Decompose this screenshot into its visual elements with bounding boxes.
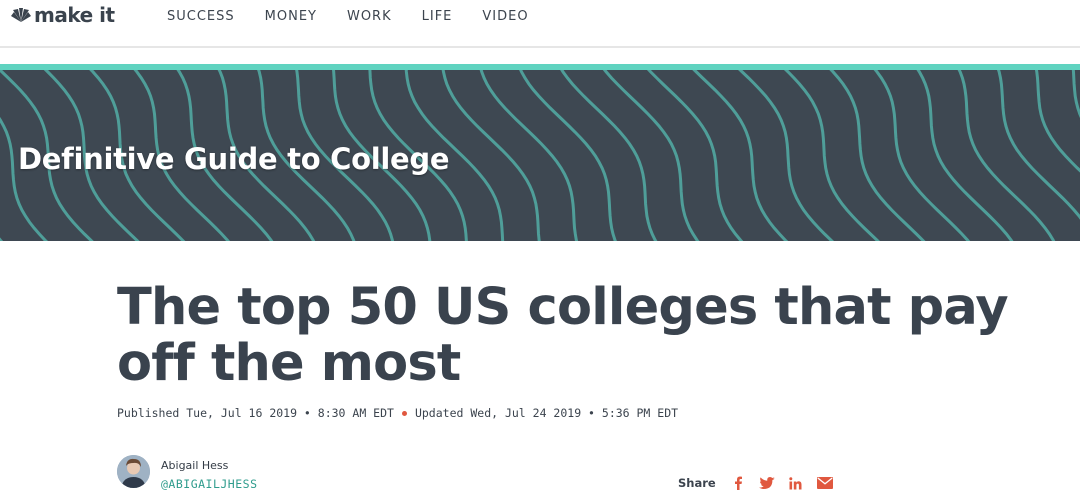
linkedin-icon[interactable] xyxy=(788,475,804,491)
wave-line xyxy=(738,70,835,241)
author-name[interactable]: Abigail Hess xyxy=(161,459,228,472)
wave-line xyxy=(479,70,579,241)
nav-item-video[interactable]: VIDEO xyxy=(482,9,528,24)
banner-title[interactable]: Definitive Guide to College xyxy=(18,142,450,176)
wave-line xyxy=(560,70,658,241)
make-it-logo[interactable]: make it xyxy=(10,2,115,28)
date-separator-dot xyxy=(401,410,407,416)
author-twitter-handle[interactable]: @ABIGAILJHESS xyxy=(161,477,258,491)
wave-line xyxy=(646,70,744,241)
email-icon[interactable] xyxy=(816,475,833,491)
nav-item-money[interactable]: MONEY xyxy=(265,9,317,24)
nav-item-work[interactable]: WORK xyxy=(347,9,392,24)
share-bar: Share xyxy=(678,475,846,491)
twitter-icon[interactable] xyxy=(758,475,775,491)
top-navigation: make it SUCCESS MONEY WORK LIFE VIDEO xyxy=(0,0,1080,48)
updated-date: Updated Wed, Jul 24 2019 • 5:36 PM EDT xyxy=(414,406,679,420)
nav-item-success[interactable]: SUCCESS xyxy=(167,9,235,24)
author-avatar[interactable] xyxy=(117,455,150,488)
wave-line xyxy=(692,70,789,241)
wave-line xyxy=(783,70,880,241)
wave-line xyxy=(441,70,541,241)
section-banner: Definitive Guide to College xyxy=(0,64,1080,241)
wave-line xyxy=(873,70,971,241)
article-headline: The top 50 US colleges that pay off the … xyxy=(117,278,1009,393)
nav-item-life[interactable]: LIFE xyxy=(422,9,453,24)
nav-menu: SUCCESS MONEY WORK LIFE VIDEO xyxy=(167,9,559,24)
wave-line xyxy=(519,70,617,241)
wave-line xyxy=(0,237,4,241)
wave-line xyxy=(916,70,1014,241)
facebook-icon[interactable] xyxy=(730,475,746,491)
article-dates: Published Tue, Jul 16 2019 • 8:30 AM EDT… xyxy=(117,406,678,420)
wave-line xyxy=(957,70,1056,241)
logo-text: make it xyxy=(34,3,115,27)
peacock-icon xyxy=(11,8,31,22)
wave-line xyxy=(1034,70,1080,173)
author-byline: Abigail Hess @ABIGAILJHESS Share xyxy=(117,455,837,491)
share-label: Share xyxy=(678,476,716,490)
wave-line xyxy=(602,70,700,241)
published-date: Published Tue, Jul 16 2019 • 8:30 AM EDT xyxy=(117,406,394,420)
wave-line xyxy=(829,70,926,241)
